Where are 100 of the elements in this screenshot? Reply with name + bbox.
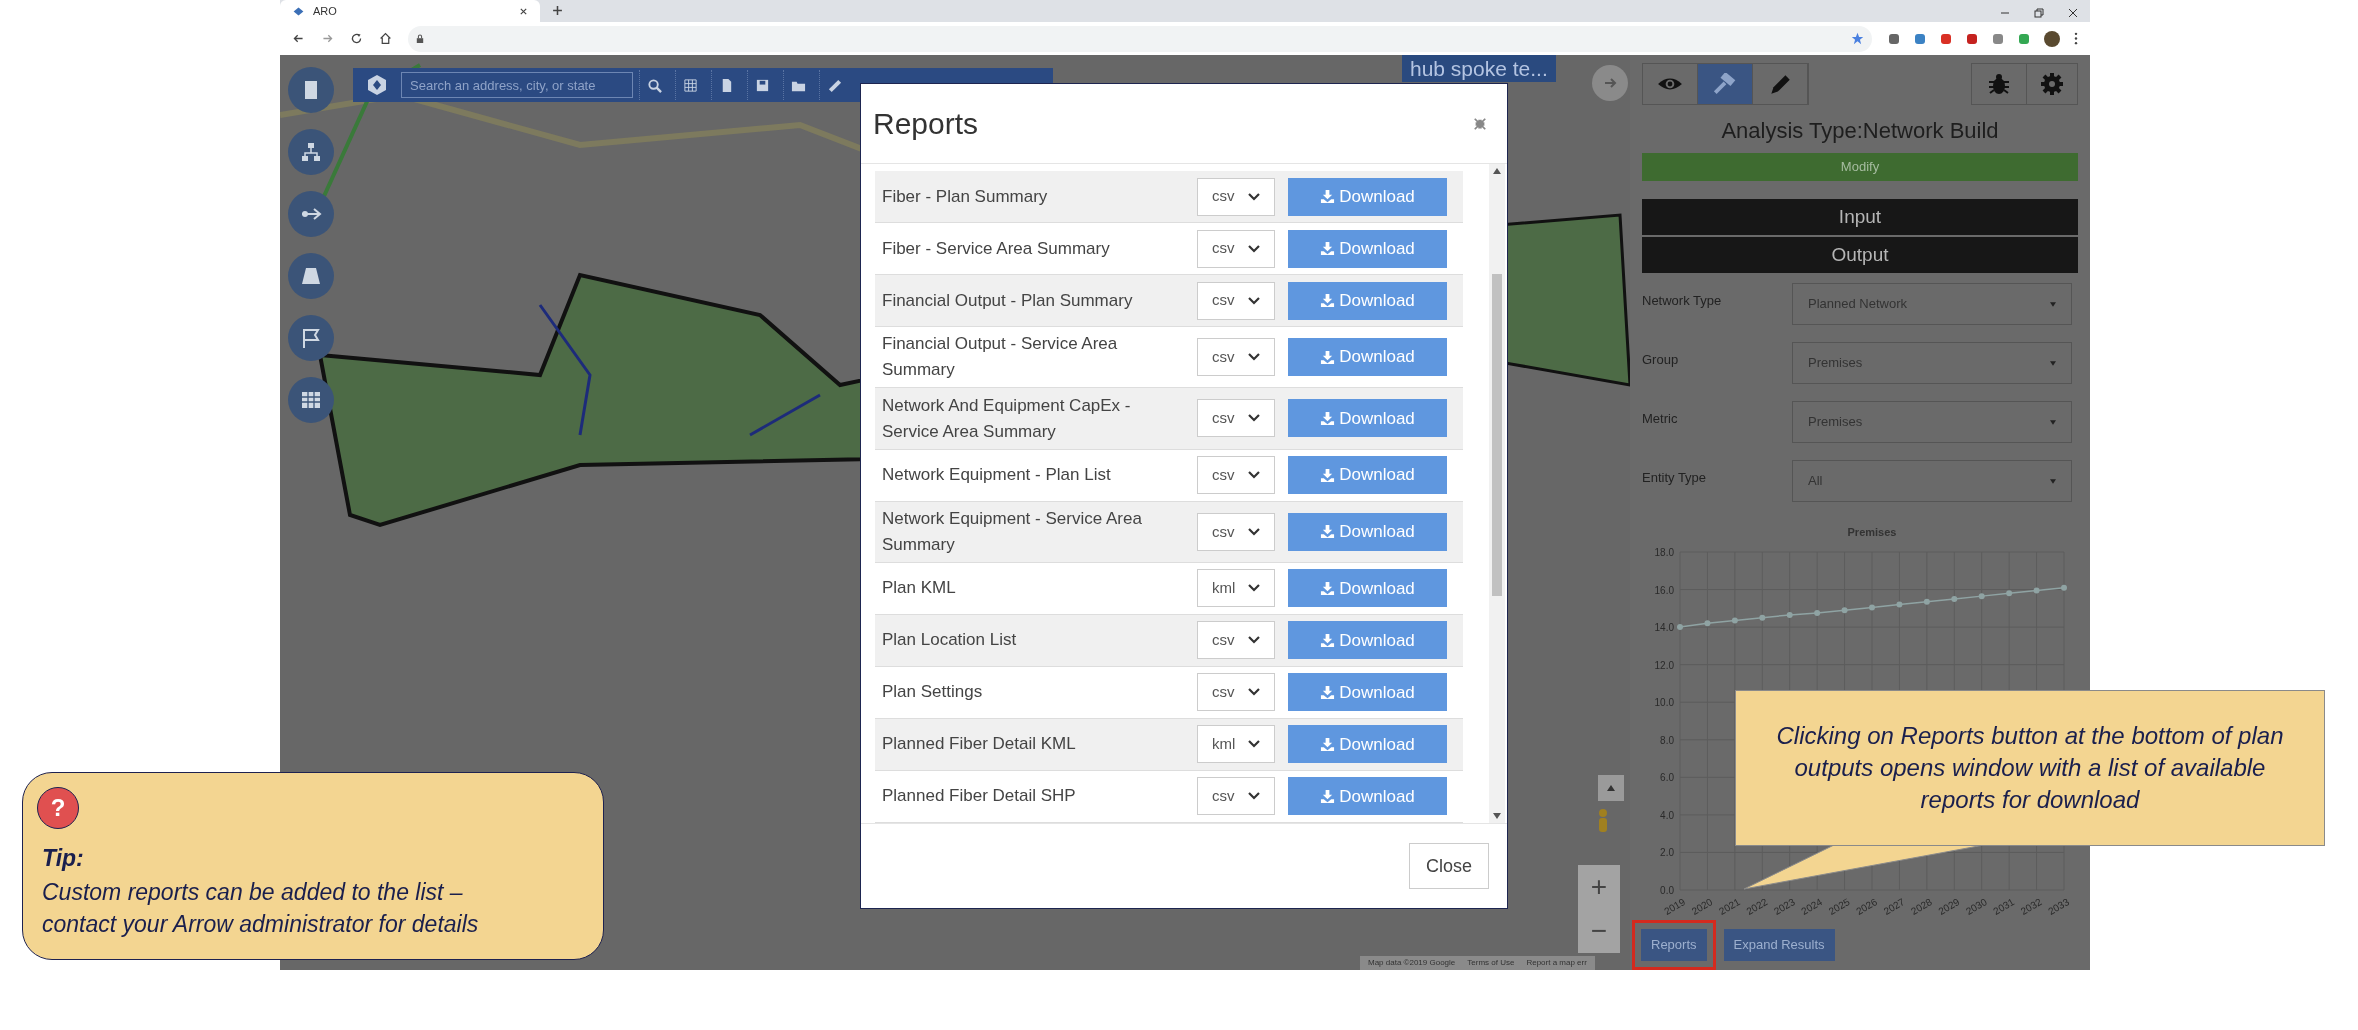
tip-text: Custom reports can be added to the list – contact your Arrow administrator for details [41, 877, 480, 939]
button-label: Download [1339, 289, 1415, 312]
axis-label: 16.0 [1654, 584, 1674, 596]
field-label: Entity Type [1642, 469, 1708, 487]
button-label: Download [1339, 407, 1415, 430]
format-select[interactable]: csv [1197, 338, 1275, 377]
axis-label: 8.0 [1660, 734, 1674, 746]
report-name: Plan Location List [881, 629, 1018, 652]
report-name: Network And Equipment CapEx - Service Area Summary [881, 394, 1132, 443]
format-value: csv [1212, 521, 1236, 542]
download-button[interactable]: Download [1288, 569, 1447, 608]
chart-title: Premises [1847, 526, 1897, 538]
format-value: csv [1212, 186, 1236, 207]
button-label: Download [1339, 521, 1415, 544]
button-label: Download [1339, 464, 1415, 487]
report-name: Planned Fiber Detail KML [881, 733, 1077, 756]
format-select[interactable]: csv [1197, 399, 1275, 438]
download-button[interactable]: Download [1288, 725, 1447, 764]
format-select[interactable]: csv [1197, 621, 1275, 660]
axis-label: 2.0 [1660, 847, 1674, 859]
plan-name-label: hub spoke te... [1402, 55, 1556, 82]
download-button[interactable]: Download [1288, 621, 1447, 660]
format-select[interactable]: csv [1197, 177, 1275, 216]
format-select[interactable]: csv [1197, 456, 1275, 495]
section-button[interactable]: Input [1642, 199, 2078, 235]
report-name: Plan Settings [881, 681, 984, 704]
axis-label: 2029 [1936, 896, 1962, 917]
axis-label: 0.0 [1660, 885, 1674, 896]
axis-label: 4.0 [1660, 809, 1674, 821]
format-select[interactable]: kml [1197, 569, 1275, 608]
download-button[interactable]: Download [1288, 177, 1447, 216]
axis-label: 2025 [1826, 896, 1852, 917]
axis-label: 6.0 [1660, 772, 1674, 784]
download-button[interactable]: Download [1288, 512, 1447, 551]
format-value: csv [1212, 464, 1236, 485]
axis-label: 2023 [1771, 896, 1797, 917]
button-label: Download [1339, 185, 1415, 208]
button-label: Download [1339, 237, 1415, 260]
panel-button[interactable]: Reports [1641, 929, 1707, 961]
field-label: Group [1642, 351, 1680, 369]
report-name: Fiber - Plan Summary [881, 185, 1049, 208]
button-label: Download [1339, 577, 1415, 600]
format-select[interactable]: csv [1197, 281, 1275, 320]
axis-label: 2033 [2046, 896, 2071, 917]
format-value: csv [1212, 238, 1236, 259]
dialog-title: Reports [873, 106, 980, 142]
format-value: csv [1212, 630, 1236, 651]
download-button[interactable]: Download [1288, 673, 1447, 712]
format-select[interactable]: csv [1197, 777, 1275, 816]
panel-button[interactable]: Expand Results [1723, 929, 1835, 961]
report-name: Planned Fiber Detail SHP [881, 785, 1077, 808]
axis-label: 2026 [1854, 896, 1879, 917]
axis-label: 2032 [2018, 896, 2044, 917]
format-value: kml [1212, 734, 1237, 755]
format-select[interactable]: csv [1197, 229, 1275, 268]
select-field[interactable]: Premises [1792, 401, 2072, 443]
format-value: csv [1212, 786, 1236, 807]
format-select[interactable]: kml [1197, 725, 1275, 764]
map-link[interactable]: Report a map err [1526, 957, 1587, 969]
modify-button[interactable]: Modify [1642, 153, 2078, 181]
format-select[interactable]: csv [1197, 512, 1275, 551]
tip-heading: Tip: [41, 844, 85, 873]
field-label: Metric [1642, 410, 1679, 428]
axis-label: 10.0 [1654, 697, 1674, 709]
browser-tab[interactable]: ARO [280, 0, 540, 22]
field-label: Network Type [1642, 292, 1723, 310]
report-name: Network Equipment - Service Area Summary [881, 507, 1143, 556]
download-button[interactable]: Download [1288, 281, 1447, 320]
format-select[interactable]: csv [1197, 673, 1275, 712]
button-label: Download [1339, 681, 1415, 704]
axis-label: 2020 [1689, 896, 1715, 917]
download-button[interactable]: Download [1288, 399, 1447, 438]
select-field[interactable]: Premises [1792, 342, 2072, 384]
axis-label: 12.0 [1654, 659, 1674, 671]
panel-title: Analysis Type:Network Build [1720, 117, 2000, 146]
axis-label: 2024 [1799, 896, 1825, 917]
axis-label: 2031 [1991, 896, 2017, 917]
format-value: csv [1212, 408, 1236, 429]
download-button[interactable]: Download [1288, 338, 1447, 377]
download-button[interactable]: Download [1288, 456, 1447, 495]
format-value: csv [1212, 346, 1236, 367]
section-button[interactable]: Output [1642, 237, 2078, 273]
download-button[interactable]: Download [1288, 777, 1447, 816]
search-field[interactable]: Search an address, city, or state [401, 72, 633, 98]
zoom-in-button[interactable]: + [1590, 873, 1608, 901]
button-label: Download [1339, 733, 1415, 756]
map-attribution: Map data ©2019 Google [1368, 957, 1456, 969]
zoom-out-button[interactable]: − [1590, 917, 1608, 945]
report-name: Network Equipment - Plan List [881, 464, 1112, 487]
axis-label: 14.0 [1654, 622, 1674, 634]
axis-label: 18.0 [1654, 547, 1674, 558]
axis-label: 2022 [1744, 896, 1770, 917]
axis-label: 2028 [1909, 896, 1934, 917]
close-button[interactable]: Close [1409, 843, 1489, 889]
help-icon: ? [37, 787, 79, 829]
format-value: csv [1212, 682, 1236, 703]
download-button[interactable]: Download [1288, 229, 1447, 268]
format-value: csv [1212, 290, 1236, 311]
map-link[interactable]: Terms of Use [1467, 957, 1515, 969]
axis-label: 2019 [1662, 896, 1687, 917]
